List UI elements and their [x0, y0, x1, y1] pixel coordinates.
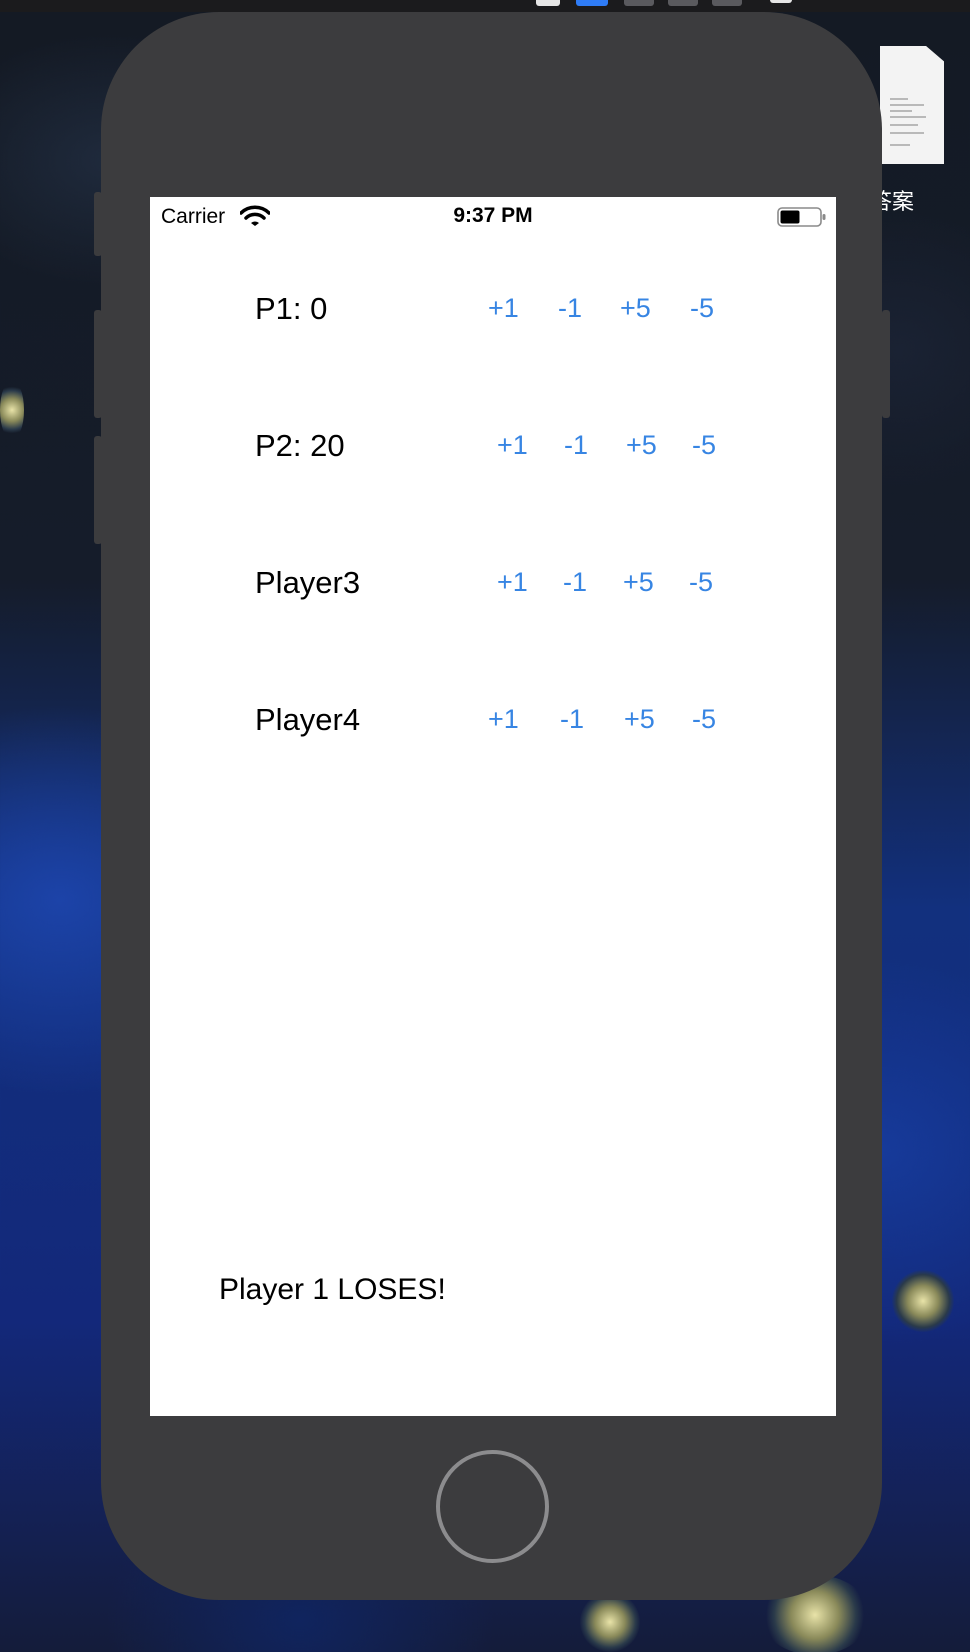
player-3-score-label: Player3 — [255, 565, 361, 600]
volume-up-button[interactable] — [94, 310, 102, 418]
menubar-display-icon[interactable] — [770, 0, 792, 3]
menubar-status-icon[interactable] — [668, 0, 698, 6]
player-1-minus-5-button[interactable]: -5 — [690, 293, 714, 324]
player-2-minus-5-button[interactable]: -5 — [692, 430, 716, 461]
macos-menubar — [0, 0, 970, 12]
player-3-minus-5-button[interactable]: -5 — [689, 567, 713, 598]
volume-down-button[interactable] — [94, 436, 102, 544]
menubar-window-icon[interactable] — [536, 0, 560, 6]
mute-switch — [94, 192, 102, 256]
player-4-plus-5-button[interactable]: +5 — [624, 704, 655, 735]
wallpaper-star — [0, 380, 24, 440]
wallpaper-star — [892, 1270, 954, 1332]
desktop-file-icon[interactable] — [880, 46, 944, 164]
player-2-plus-1-button[interactable]: +1 — [497, 430, 528, 461]
status-time: 9:37 PM — [453, 204, 533, 227]
menubar-status-icon[interactable] — [712, 0, 742, 6]
status-bar: Carrier 9:37 PM — [150, 197, 836, 237]
player-row-1: P1: 0 +1 -1 +5 -5 — [150, 291, 836, 331]
player-1-plus-1-button[interactable]: +1 — [488, 293, 519, 324]
power-button[interactable] — [882, 310, 890, 418]
desktop-file-label[interactable]: 答案 — [870, 184, 970, 216]
player-4-score-label: Player4 — [255, 702, 361, 737]
player-3-minus-1-button[interactable]: -1 — [563, 567, 587, 598]
player-3-plus-5-button[interactable]: +5 — [623, 567, 654, 598]
menubar-app-icon[interactable] — [576, 0, 608, 6]
player-row-3: Player3 +1 -1 +5 -5 — [150, 565, 836, 605]
phone-screen: Carrier 9:37 PM P1: 0 +1 -1 +5 -5 P2: 20… — [150, 197, 836, 1416]
player-4-minus-1-button[interactable]: -1 — [560, 704, 584, 735]
player-2-plus-5-button[interactable]: +5 — [626, 430, 657, 461]
player-4-minus-5-button[interactable]: -5 — [692, 704, 716, 735]
player-1-minus-1-button[interactable]: -1 — [558, 293, 582, 324]
player-1-score-label: P1: 0 — [255, 291, 328, 326]
wallpaper-star — [580, 1592, 640, 1652]
menubar-status-icon[interactable] — [624, 0, 654, 6]
player-4-plus-1-button[interactable]: +1 — [488, 704, 519, 735]
player-row-4: Player4 +1 -1 +5 -5 — [150, 702, 836, 742]
player-3-plus-1-button[interactable]: +1 — [497, 567, 528, 598]
game-result-label: Player 1 LOSES! — [219, 1273, 446, 1306]
battery-icon — [777, 207, 826, 227]
player-2-minus-1-button[interactable]: -1 — [564, 430, 588, 461]
player-1-plus-5-button[interactable]: +5 — [620, 293, 651, 324]
player-2-score-label: P2: 20 — [255, 428, 345, 463]
home-button[interactable] — [436, 1450, 549, 1563]
document-thumbnail — [880, 46, 944, 164]
player-row-2: P2: 20 +1 -1 +5 -5 — [150, 428, 836, 468]
